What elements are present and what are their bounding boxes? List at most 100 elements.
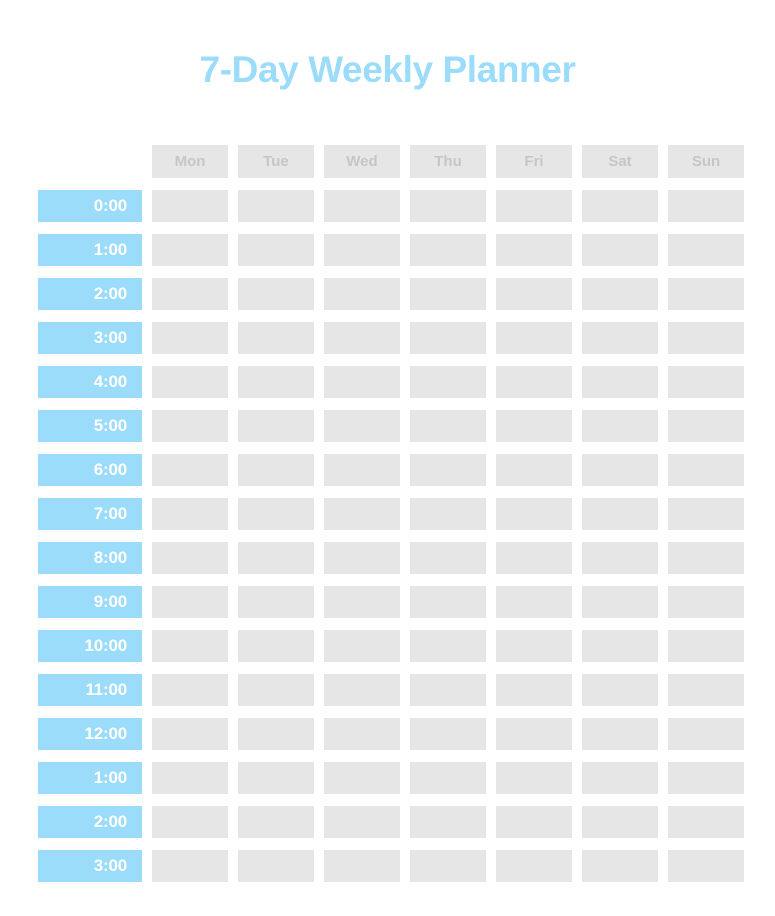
planner-slot[interactable] [410, 410, 486, 442]
planner-slot[interactable] [152, 234, 228, 266]
planner-slot[interactable] [496, 234, 572, 266]
planner-slot[interactable] [668, 718, 744, 750]
planner-slot[interactable] [668, 322, 744, 354]
planner-slot[interactable] [324, 718, 400, 750]
planner-slot[interactable] [496, 278, 572, 310]
planner-slot[interactable] [324, 542, 400, 574]
planner-slot[interactable] [238, 806, 314, 838]
planner-slot[interactable] [496, 366, 572, 398]
planner-slot[interactable] [324, 234, 400, 266]
planner-slot[interactable] [668, 542, 744, 574]
day-header-wed[interactable]: Wed [324, 145, 400, 178]
planner-slot[interactable] [496, 542, 572, 574]
planner-slot[interactable] [324, 190, 400, 222]
planner-slot[interactable] [582, 498, 658, 530]
time-label[interactable]: 5:00 [38, 410, 142, 442]
planner-slot[interactable] [324, 850, 400, 882]
planner-slot[interactable] [582, 542, 658, 574]
planner-slot[interactable] [496, 630, 572, 662]
planner-slot[interactable] [410, 234, 486, 266]
planner-slot[interactable] [324, 762, 400, 794]
planner-slot[interactable] [668, 234, 744, 266]
planner-slot[interactable] [582, 234, 658, 266]
planner-slot[interactable] [668, 850, 744, 882]
time-label[interactable]: 4:00 [38, 366, 142, 398]
planner-slot[interactable] [410, 366, 486, 398]
planner-slot[interactable] [324, 322, 400, 354]
planner-slot[interactable] [496, 322, 572, 354]
planner-slot[interactable] [582, 586, 658, 618]
planner-slot[interactable] [668, 630, 744, 662]
planner-slot[interactable] [410, 674, 486, 706]
planner-slot[interactable] [496, 586, 572, 618]
planner-slot[interactable] [668, 762, 744, 794]
time-label[interactable]: 11:00 [38, 674, 142, 706]
time-label[interactable]: 7:00 [38, 498, 142, 530]
planner-slot[interactable] [324, 278, 400, 310]
planner-slot[interactable] [238, 762, 314, 794]
planner-slot[interactable] [496, 850, 572, 882]
planner-slot[interactable] [238, 850, 314, 882]
planner-slot[interactable] [410, 586, 486, 618]
planner-slot[interactable] [324, 806, 400, 838]
planner-slot[interactable] [582, 674, 658, 706]
planner-slot[interactable] [238, 586, 314, 618]
time-label[interactable]: 10:00 [38, 630, 142, 662]
planner-slot[interactable] [668, 806, 744, 838]
planner-slot[interactable] [238, 674, 314, 706]
time-label[interactable]: 1:00 [38, 234, 142, 266]
planner-slot[interactable] [582, 410, 658, 442]
planner-slot[interactable] [238, 234, 314, 266]
planner-slot[interactable] [152, 630, 228, 662]
day-header-mon[interactable]: Mon [152, 145, 228, 178]
time-label[interactable]: 3:00 [38, 322, 142, 354]
planner-slot[interactable] [496, 718, 572, 750]
planner-slot[interactable] [152, 850, 228, 882]
planner-slot[interactable] [582, 762, 658, 794]
time-label[interactable]: 8:00 [38, 542, 142, 574]
planner-slot[interactable] [238, 498, 314, 530]
planner-slot[interactable] [238, 630, 314, 662]
day-header-sat[interactable]: Sat [582, 145, 658, 178]
planner-slot[interactable] [496, 762, 572, 794]
planner-slot[interactable] [152, 674, 228, 706]
day-header-sun[interactable]: Sun [668, 145, 744, 178]
planner-slot[interactable] [152, 718, 228, 750]
planner-slot[interactable] [496, 454, 572, 486]
planner-slot[interactable] [324, 498, 400, 530]
planner-slot[interactable] [324, 586, 400, 618]
planner-slot[interactable] [410, 278, 486, 310]
planner-slot[interactable] [324, 674, 400, 706]
day-header-fri[interactable]: Fri [496, 145, 572, 178]
planner-slot[interactable] [152, 498, 228, 530]
time-label[interactable]: 2:00 [38, 806, 142, 838]
time-label[interactable]: 0:00 [38, 190, 142, 222]
planner-slot[interactable] [410, 718, 486, 750]
planner-slot[interactable] [238, 322, 314, 354]
planner-slot[interactable] [668, 410, 744, 442]
planner-slot[interactable] [238, 454, 314, 486]
planner-slot[interactable] [496, 674, 572, 706]
planner-slot[interactable] [582, 278, 658, 310]
planner-slot[interactable] [410, 762, 486, 794]
time-label[interactable]: 12:00 [38, 718, 142, 750]
planner-slot[interactable] [238, 278, 314, 310]
planner-slot[interactable] [582, 454, 658, 486]
planner-slot[interactable] [410, 806, 486, 838]
planner-slot[interactable] [496, 498, 572, 530]
planner-slot[interactable] [410, 190, 486, 222]
day-header-thu[interactable]: Thu [410, 145, 486, 178]
planner-slot[interactable] [496, 410, 572, 442]
planner-slot[interactable] [582, 718, 658, 750]
planner-slot[interactable] [582, 190, 658, 222]
planner-slot[interactable] [582, 630, 658, 662]
planner-slot[interactable] [410, 322, 486, 354]
planner-slot[interactable] [582, 322, 658, 354]
planner-slot[interactable] [668, 190, 744, 222]
planner-slot[interactable] [668, 674, 744, 706]
day-header-tue[interactable]: Tue [238, 145, 314, 178]
time-label[interactable]: 9:00 [38, 586, 142, 618]
planner-slot[interactable] [496, 190, 572, 222]
planner-slot[interactable] [152, 366, 228, 398]
planner-slot[interactable] [410, 630, 486, 662]
